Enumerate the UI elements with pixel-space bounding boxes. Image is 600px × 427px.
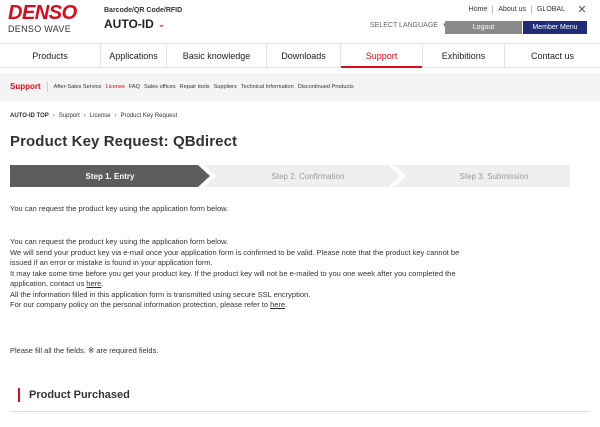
- section-accent-bar: [18, 388, 20, 402]
- subnav-item-suppliers[interactable]: Suppliers: [214, 84, 237, 90]
- nav-item-support[interactable]: Support: [340, 44, 422, 68]
- step-submission: Step 3. Submission: [394, 165, 570, 187]
- instructions-line: You can request the product key using th…: [10, 237, 229, 246]
- privacy-policy-here-link[interactable]: here: [270, 300, 285, 309]
- breadcrumb-item-license[interactable]: License: [90, 113, 111, 119]
- subnav-item-sales-offices[interactable]: Sales offices: [144, 84, 176, 90]
- subnav-item-repair-tools[interactable]: Repair tools: [180, 84, 210, 90]
- breadcrumb: AUTO-ID TOP › Support › License › Produc…: [10, 113, 177, 119]
- subnav-title[interactable]: Support: [10, 82, 48, 92]
- language-selector-label: SELECT LANGUAGE: [370, 22, 438, 29]
- page-title: Product Key Request: QBdirect: [10, 133, 238, 150]
- subnav-item-license[interactable]: License: [106, 84, 125, 90]
- nav-item-contact-us[interactable]: Contact us: [504, 44, 600, 67]
- step-entry: Step 1. Entry: [10, 165, 210, 187]
- main-nav: Products Applications Basic knowledge Do…: [0, 43, 600, 68]
- step-progress: Step 3. Submission Step 2. Confirmation …: [10, 165, 570, 187]
- product-selector[interactable]: Barcode/QR Code/RFID AUTO-ID ⌄: [104, 6, 182, 31]
- section-heading-product-purchased: Product Purchased: [18, 387, 130, 403]
- subnav-item-after-sales-service[interactable]: After-Sales Service: [54, 84, 102, 90]
- site-header: DENSO DENSO WAVE Barcode/QR Code/RFID AU…: [0, 0, 600, 40]
- product-name-row: AUTO-ID ⌄: [104, 17, 182, 31]
- nav-item-products[interactable]: Products: [0, 44, 100, 67]
- nav-item-applications[interactable]: Applications: [100, 44, 166, 67]
- chevron-right-icon: ›: [83, 113, 86, 119]
- logout-button[interactable]: Logout: [445, 21, 522, 34]
- step-entry-label: Step 1. Entry: [85, 171, 135, 181]
- contact-text: application, contact us: [10, 279, 87, 288]
- instructions-line: We will send your product key via e-mail…: [10, 247, 460, 257]
- subnav-item-faq[interactable]: FAQ: [129, 84, 140, 90]
- util-link-home[interactable]: Home: [464, 6, 493, 14]
- member-menu-button[interactable]: Member Menu: [523, 21, 587, 34]
- breadcrumb-item-support[interactable]: Support: [59, 113, 80, 119]
- contact-period: .: [101, 279, 104, 288]
- policy-text: For our company policy on the personal i…: [10, 300, 271, 309]
- instructions-line: application, contact us here.: [10, 279, 590, 290]
- section-heading-label: Product Purchased: [29, 389, 130, 401]
- instructions-line: issued if an error or mistake is found i…: [10, 258, 213, 267]
- policy-period: .: [285, 300, 288, 309]
- breadcrumb-item-current: Product Key Request: [120, 113, 178, 119]
- section-divider: [10, 411, 590, 412]
- instructions-paragraph: You can request the product key using th…: [10, 237, 590, 311]
- instructions-line: It may take some time before you get you…: [10, 268, 456, 278]
- logo-main-text: DENSO: [8, 2, 77, 24]
- subnav-item-technical-information[interactable]: Technical Information: [241, 84, 294, 90]
- chevron-right-icon: ›: [114, 113, 117, 119]
- product-name: AUTO-ID: [104, 17, 154, 31]
- step-submission-label: Step 3. Submission: [459, 171, 529, 181]
- instructions-line: For our company policy on the personal i…: [10, 300, 590, 311]
- step-confirmation: Step 2. Confirmation: [204, 165, 400, 187]
- instructions-line: All the information filled in this appli…: [10, 289, 311, 299]
- required-fields-note: Please fill all the fields. ※ are requir…: [10, 346, 159, 355]
- nav-item-downloads[interactable]: Downloads: [266, 44, 340, 67]
- subnav-item-discontinued-products[interactable]: Discontinued Products: [298, 84, 354, 90]
- language-selector[interactable]: SELECT LANGUAGE ▼: [370, 22, 448, 29]
- chevron-down-icon[interactable]: ⌄: [158, 17, 166, 31]
- chevron-right-icon: ›: [52, 113, 55, 119]
- close-icon[interactable]: ✕: [576, 4, 588, 16]
- utility-links: Home About us GLOBAL: [464, 6, 570, 14]
- step-confirmation-label: Step 2. Confirmation: [271, 171, 345, 181]
- logo-sub-text: DENSO WAVE: [8, 24, 72, 34]
- intro-text: You can request the product key using th…: [10, 204, 229, 213]
- breadcrumb-item-auto-id-top[interactable]: AUTO-ID TOP: [10, 113, 49, 119]
- support-subnav: Support After-Sales Service License FAQ …: [0, 73, 600, 101]
- product-category-label: Barcode/QR Code/RFID: [104, 7, 183, 14]
- nav-item-exhibitions[interactable]: Exhibitions: [422, 44, 504, 67]
- util-link-about-us[interactable]: About us: [492, 6, 531, 14]
- util-link-global[interactable]: GLOBAL: [530, 6, 570, 14]
- contact-here-link[interactable]: here: [86, 279, 101, 288]
- denso-logo[interactable]: DENSO DENSO WAVE: [8, 3, 86, 34]
- nav-item-basic-knowledge[interactable]: Basic knowledge: [166, 44, 266, 67]
